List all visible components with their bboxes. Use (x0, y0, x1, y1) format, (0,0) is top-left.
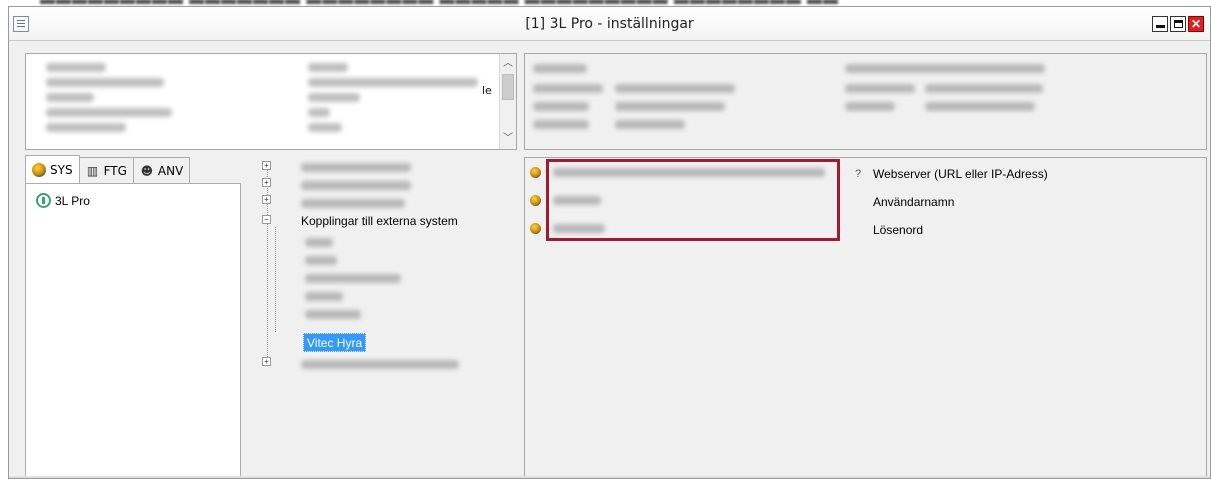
redacted-text (615, 120, 685, 129)
close-button[interactable]: ✕ (1188, 16, 1204, 32)
field-label-username: Användarnamn (873, 195, 955, 209)
window-title: [1] 3L Pro - inställningar (525, 16, 694, 32)
info-scrollbar[interactable]: ︿ ﹀ (499, 54, 516, 149)
tree-node[interactable]: + (262, 161, 271, 170)
globe-icon (530, 167, 541, 178)
tree-item-root[interactable]: 3L Pro (36, 193, 90, 208)
info-panel-right (524, 53, 1207, 150)
tab-label: SYS (50, 162, 73, 177)
redacted-text (533, 102, 589, 111)
globe-icon (32, 162, 46, 177)
redacted-text (615, 102, 725, 111)
minimize-icon (1156, 25, 1165, 28)
settings-detail-panel: ? Webserver (URL eller IP-Adress) Använd… (524, 157, 1207, 477)
settings-tree: + + + − Kopplingar till externa system V… (255, 157, 517, 477)
redacted-text (533, 120, 589, 129)
tree-node[interactable]: + (262, 195, 271, 204)
redacted-node-label (305, 292, 343, 301)
title-bar[interactable]: [1] 3L Pro - inställningar ✕ (9, 7, 1210, 41)
tab-ftg[interactable]: ▥ FTG (78, 157, 134, 183)
user-icon: ☻ (140, 163, 154, 178)
redacted-text (925, 84, 1043, 93)
tree-node-expanded[interactable]: − (262, 215, 271, 224)
field-label-password: Lösenord (873, 223, 924, 237)
info-partial-text: le (482, 84, 492, 97)
redacted-node-label (305, 238, 333, 247)
redacted-node-label (301, 163, 411, 172)
tree-item-label: 3L Pro (55, 193, 90, 208)
redacted-text (46, 78, 164, 87)
info-panel-left: le ︿ ﹀ (25, 53, 517, 150)
scroll-thumb[interactable] (502, 74, 514, 100)
highlight-box (546, 159, 840, 241)
building-icon: ▥ (86, 163, 99, 178)
maximize-button[interactable] (1170, 16, 1186, 32)
redacted-text (308, 108, 330, 117)
app-logo-icon (36, 193, 51, 208)
redacted-text (308, 78, 478, 87)
window-controls: ✕ (1152, 16, 1204, 32)
redacted-text (46, 123, 126, 132)
category-tabs: SYS ▥ FTG ☻ ANV (25, 155, 191, 183)
scroll-up-icon[interactable]: ︿ (500, 56, 516, 72)
minimize-button[interactable] (1152, 16, 1168, 32)
redacted-node-label (301, 181, 411, 190)
redacted-text (845, 102, 895, 111)
tree-node-label-external[interactable]: Kopplingar till externa system (301, 214, 458, 228)
redacted-text (845, 64, 1045, 73)
maximize-icon (1174, 20, 1183, 28)
tree-node[interactable]: + (262, 178, 271, 187)
tree-node[interactable]: + (262, 357, 271, 366)
expand-icon[interactable]: + (262, 357, 271, 366)
redacted-text (615, 84, 735, 93)
redacted-node-label (305, 274, 401, 283)
tree-node-selected[interactable]: Vitec Hyra (303, 333, 367, 352)
redacted-text (308, 93, 360, 102)
tab-sys[interactable]: SYS (25, 155, 80, 183)
expand-icon[interactable]: + (262, 178, 271, 187)
globe-icon (530, 195, 541, 206)
expand-icon[interactable]: + (262, 195, 271, 204)
tree-line (275, 227, 276, 332)
tab-label: FTG (103, 163, 127, 178)
tab-label: ANV (157, 163, 184, 178)
expand-icon[interactable]: + (262, 161, 271, 170)
scroll-down-icon[interactable]: ﹀ (500, 131, 516, 147)
redacted-text (308, 63, 348, 72)
help-icon[interactable]: ? (855, 168, 868, 181)
globe-icon (530, 223, 541, 234)
redacted-text (845, 84, 915, 93)
settings-window: [1] 3L Pro - inställningar ✕ le ︿ ﹀ SYS … (8, 6, 1211, 479)
redacted-text (46, 63, 106, 72)
bottom-edge (9, 476, 1210, 478)
redacted-text (533, 64, 587, 73)
redacted-node-label (301, 199, 405, 208)
close-icon: ✕ (1190, 17, 1202, 31)
redacted-text (308, 123, 342, 132)
redacted-text (533, 84, 603, 93)
redacted-text (46, 93, 94, 102)
collapse-icon[interactable]: − (262, 215, 271, 224)
redacted-text (925, 102, 1035, 111)
sys-tree: 3L Pro (25, 183, 241, 477)
category-panel: SYS ▥ FTG ☻ ANV 3L Pro (25, 155, 241, 477)
redacted-node-label (301, 360, 459, 369)
redacted-node-label (305, 310, 361, 319)
field-label-webserver: Webserver (URL eller IP-Adress) (873, 167, 1048, 181)
tab-anv[interactable]: ☻ ANV (132, 157, 191, 183)
redacted-text (46, 108, 172, 117)
redacted-node-label (305, 256, 337, 265)
